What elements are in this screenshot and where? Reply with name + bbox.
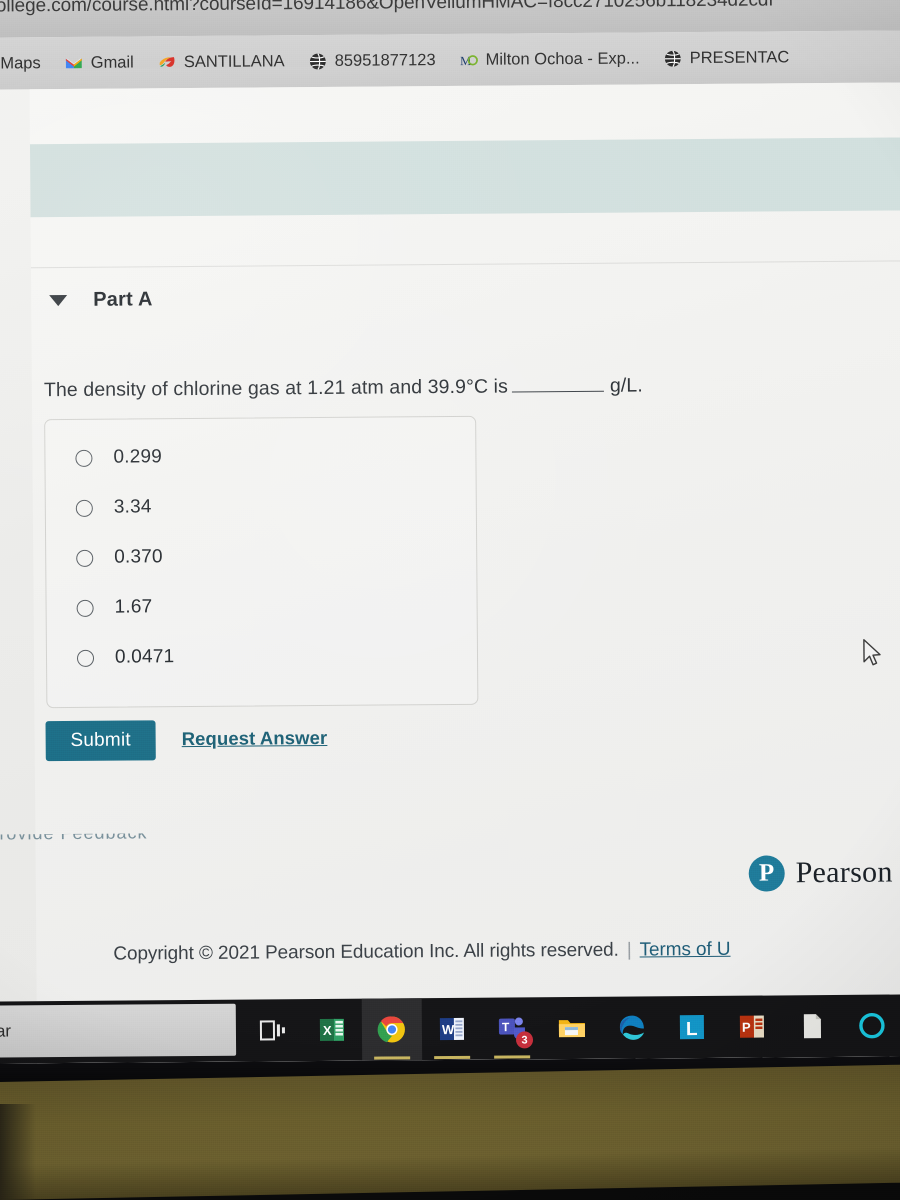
taskbar-item-powerpoint[interactable]: P <box>722 995 782 1057</box>
milton-ochoa-icon: M <box>460 54 479 68</box>
answer-option-label: 0.0471 <box>114 646 175 668</box>
bookmark-presentac[interactable]: PRESENTAC <box>652 48 802 68</box>
edge-icon <box>619 1015 644 1040</box>
santillana-icon <box>160 56 175 67</box>
taskbar-item-task-view[interactable] <box>242 999 302 1061</box>
document-icon <box>803 1014 822 1039</box>
mouse-pointer-icon <box>863 639 881 666</box>
footer-separator: | <box>626 939 632 961</box>
bookmark-label: Milton Ochoa - Exp... <box>485 48 640 69</box>
chevron-down-icon[interactable] <box>49 294 68 307</box>
cut-off-footer-text: Provide Feedback <box>0 832 148 844</box>
taskbar-search-text: ar <box>0 1021 12 1041</box>
powerpoint-icon: P <box>739 1015 765 1038</box>
web-page: Part A The density of chlorine gas at 1.… <box>0 82 900 1064</box>
answer-option-label: 0.299 <box>113 446 163 468</box>
address-bar-url[interactable]: ollege.com/course.html?courseId=16914186… <box>0 0 774 18</box>
teams-badge: 3 <box>515 1031 534 1049</box>
terms-of-use-link[interactable]: Terms of U <box>640 939 731 961</box>
word-icon: W <box>439 1017 465 1041</box>
taskbar-item-excel[interactable]: X <box>302 999 362 1061</box>
bookmark-label: Gmail <box>90 52 134 72</box>
task-view-icon <box>259 1020 285 1041</box>
pearson-wordmark: Pearson <box>795 855 893 890</box>
radio-button-icon[interactable] <box>76 649 95 667</box>
bookmarks-bar: Maps Gmail SANTILLANA 85951877123 M Milt… <box>0 30 900 91</box>
taskbar-item-teams[interactable]: T 3 <box>482 997 542 1059</box>
answer-option-label: 0.370 <box>114 546 163 568</box>
cut-off-footer-row: Provide Feedback <box>0 833 216 849</box>
cortana-icon <box>859 1013 885 1039</box>
pearson-mark-icon: P <box>748 855 785 892</box>
answer-option-label: 1.67 <box>114 596 153 618</box>
file-explorer-icon <box>558 1020 586 1038</box>
answer-option-5[interactable]: 0.0471 <box>76 646 175 669</box>
copyright-text: Copyright © 2021 Pearson Education Inc. … <box>113 939 619 965</box>
taskbar-item-word[interactable]: W <box>422 998 482 1060</box>
bookmark-maps[interactable]: Maps <box>0 54 53 74</box>
taskbar-icon-strip: X W T 3 L P <box>242 994 900 1061</box>
gmail-icon <box>66 58 83 68</box>
globe-icon <box>310 52 327 70</box>
answer-option-label: 3.34 <box>113 496 152 518</box>
svg-text:W: W <box>442 1022 455 1037</box>
lanschool-icon: L <box>679 1015 705 1040</box>
svg-text:L: L <box>686 1019 698 1040</box>
bookmark-santillana[interactable]: SANTILLANA <box>146 52 297 72</box>
desk-surface <box>0 1064 900 1200</box>
svg-text:T: T <box>502 1020 510 1034</box>
answer-option-4[interactable]: 1.67 <box>76 596 153 619</box>
answer-blank <box>511 377 604 393</box>
answer-choices-box: 0.299 3.34 0.370 1.67 0.0471 <box>44 415 479 709</box>
screen-area: ollege.com/course.html?courseId=16914186… <box>0 0 900 1064</box>
part-a-header[interactable]: Part A <box>49 288 153 312</box>
radio-button-icon[interactable] <box>76 549 94 567</box>
bookmark-85951877123[interactable]: 85951877123 <box>297 51 448 71</box>
course-banner <box>29 137 900 218</box>
bookmark-gmail[interactable]: Gmail <box>53 53 146 73</box>
radio-button-icon[interactable] <box>75 499 93 517</box>
request-answer-link[interactable]: Request Answer <box>182 727 328 750</box>
taskbar-item-lanschool[interactable]: L <box>662 996 722 1058</box>
taskbar-search-box[interactable]: ar <box>0 1003 237 1058</box>
question-prefix: The density of chlorine gas at 1.21 atm … <box>43 375 509 402</box>
taskbar-item-document[interactable] <box>782 995 842 1057</box>
pearson-logo: P Pearson <box>748 855 893 892</box>
part-a-label: Part A <box>93 288 153 311</box>
submit-button[interactable]: Submit <box>45 720 156 762</box>
globe-icon <box>665 49 682 67</box>
taskbar-item-file-explorer[interactable] <box>542 997 602 1059</box>
radio-button-icon[interactable] <box>75 449 93 467</box>
taskbar-item-cortana[interactable] <box>842 994 900 1056</box>
monitor-photo: ollege.com/course.html?courseId=16914186… <box>0 0 900 1200</box>
question-suffix: g/L. <box>609 374 643 397</box>
answer-option-2[interactable]: 3.34 <box>75 496 152 519</box>
bookmark-milton-ochoa[interactable]: M Milton Ochoa - Exp... <box>448 49 652 70</box>
bookmark-label: Maps <box>0 53 41 73</box>
taskbar-item-edge[interactable] <box>602 996 662 1058</box>
answer-option-1[interactable]: 0.299 <box>75 446 162 469</box>
svg-text:X: X <box>323 1023 332 1038</box>
taskbar-item-chrome[interactable] <box>361 998 423 1061</box>
radio-button-icon[interactable] <box>76 599 94 617</box>
chrome-icon <box>377 1016 405 1043</box>
bookmark-label: PRESENTAC <box>689 47 790 67</box>
svg-text:P: P <box>742 1020 751 1035</box>
bookmark-label: SANTILLANA <box>183 51 285 71</box>
excel-icon: X <box>319 1018 345 1042</box>
answer-option-3[interactable]: 0.370 <box>76 546 163 569</box>
bookmark-label: 85951877123 <box>334 50 436 70</box>
monitor-stand <box>0 1104 36 1200</box>
